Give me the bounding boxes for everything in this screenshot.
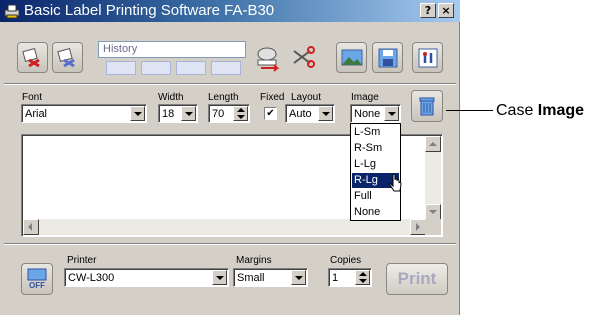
off-text: OFF xyxy=(29,281,45,290)
history-last-button[interactable] xyxy=(211,61,241,75)
print-button[interactable]: Print xyxy=(386,263,448,295)
scroll-corner xyxy=(425,219,441,235)
copies-value: 1 xyxy=(332,272,339,284)
window-title: Basic Label Printing Software FA-B30 xyxy=(24,2,275,19)
width-select[interactable]: 18 xyxy=(158,104,198,123)
hand-cursor-icon xyxy=(389,174,402,192)
margins-label: Margins xyxy=(236,255,272,266)
trash-icon xyxy=(419,97,435,116)
fixed-label: Fixed xyxy=(260,92,285,103)
power-off-icon: OFF xyxy=(27,268,47,290)
scroll-up-icon[interactable] xyxy=(425,136,441,152)
scroll-right-icon[interactable] xyxy=(410,219,426,235)
chevron-down-icon[interactable] xyxy=(318,106,333,121)
toolbar-divider xyxy=(4,83,456,85)
image-option-l-lg[interactable]: L-Lg xyxy=(352,157,399,172)
app-window: Basic Label Printing Software FA-B30 ? ×… xyxy=(0,0,460,315)
help-button[interactable]: ? xyxy=(420,3,436,18)
history-field[interactable]: History xyxy=(98,41,246,58)
printer-label: Printer xyxy=(67,255,97,266)
callout-bold: Image xyxy=(537,102,585,119)
disk-icon xyxy=(378,48,398,68)
chevron-down-icon[interactable] xyxy=(212,270,227,285)
clear-button[interactable] xyxy=(411,90,443,122)
image-label: Image xyxy=(351,92,379,103)
length-label: Length xyxy=(208,92,239,103)
width-label: Width xyxy=(158,92,184,103)
title-bar[interactable]: Basic Label Printing Software FA-B30 ? × xyxy=(0,0,460,22)
chevron-down-icon[interactable] xyxy=(291,270,306,285)
label-blue-icon xyxy=(57,48,75,68)
layout-label: Layout xyxy=(291,92,322,103)
scroll-down-icon[interactable] xyxy=(425,204,441,220)
font-value: Arial xyxy=(25,108,48,120)
label-red-icon xyxy=(22,48,40,68)
chevron-down-icon[interactable] xyxy=(130,106,145,121)
history-panel: History xyxy=(98,41,246,77)
image-option-none[interactable]: None xyxy=(352,205,399,220)
image-dropdown-list[interactable]: L-Sm R-Sm L-Lg R-Lg Full None xyxy=(350,123,401,221)
length-value: 70 xyxy=(212,108,225,120)
settings-button[interactable] xyxy=(412,42,443,73)
spin-arrows-icon[interactable] xyxy=(233,106,248,121)
callout-prefix: Case xyxy=(496,102,538,119)
margins-value: Small xyxy=(237,272,265,284)
scissors-icon xyxy=(293,46,315,68)
history-next-button[interactable] xyxy=(176,61,206,75)
printer-value: CW-L300 xyxy=(68,272,115,284)
image-option-l-sm[interactable]: L-Sm xyxy=(352,125,399,140)
tape-feed-icon xyxy=(257,47,280,72)
callout-line xyxy=(446,110,493,111)
printer-app-icon xyxy=(4,4,20,19)
image-value: None xyxy=(354,108,381,120)
vertical-scrollbar[interactable] xyxy=(425,136,441,220)
layout-select[interactable]: Auto xyxy=(285,104,335,123)
horizontal-scrollbar[interactable] xyxy=(23,219,426,235)
print-label-button[interactable] xyxy=(252,42,283,73)
margins-select[interactable]: Small xyxy=(233,268,308,287)
font-label: Font xyxy=(22,92,43,103)
length-stepper[interactable]: 70 xyxy=(208,104,250,123)
layout-value: Auto xyxy=(289,108,312,120)
bottom-divider xyxy=(4,243,456,245)
printer-select[interactable]: CW-L300 xyxy=(64,268,229,287)
power-off-button[interactable]: OFF xyxy=(21,263,53,295)
copies-stepper[interactable]: 1 xyxy=(328,268,372,287)
chevron-down-icon[interactable] xyxy=(181,106,196,121)
fixed-checkbox[interactable]: ✔ xyxy=(264,107,277,120)
close-button[interactable]: × xyxy=(438,3,454,18)
image-option-r-sm[interactable]: R-Sm xyxy=(352,141,399,156)
image-select[interactable]: None xyxy=(350,104,401,123)
landscape-image-icon xyxy=(341,49,363,66)
callout-label: Case Image xyxy=(496,102,584,120)
tools-icon xyxy=(418,48,438,68)
spin-arrows-icon[interactable] xyxy=(355,270,370,285)
history-placeholder: History xyxy=(103,43,138,55)
width-value: 18 xyxy=(162,108,175,120)
font-select[interactable]: Arial xyxy=(21,104,147,123)
save-button[interactable] xyxy=(372,42,403,73)
history-prev-button[interactable] xyxy=(141,61,171,75)
scroll-left-icon[interactable] xyxy=(23,219,39,235)
image-button[interactable] xyxy=(336,42,367,73)
label-tool-button-1[interactable] xyxy=(17,42,48,73)
chevron-down-icon[interactable] xyxy=(384,106,399,121)
history-first-button[interactable] xyxy=(106,61,136,75)
label-tool-button-2[interactable] xyxy=(52,42,83,73)
cut-button[interactable] xyxy=(287,42,318,73)
copies-label: Copies xyxy=(330,255,362,266)
